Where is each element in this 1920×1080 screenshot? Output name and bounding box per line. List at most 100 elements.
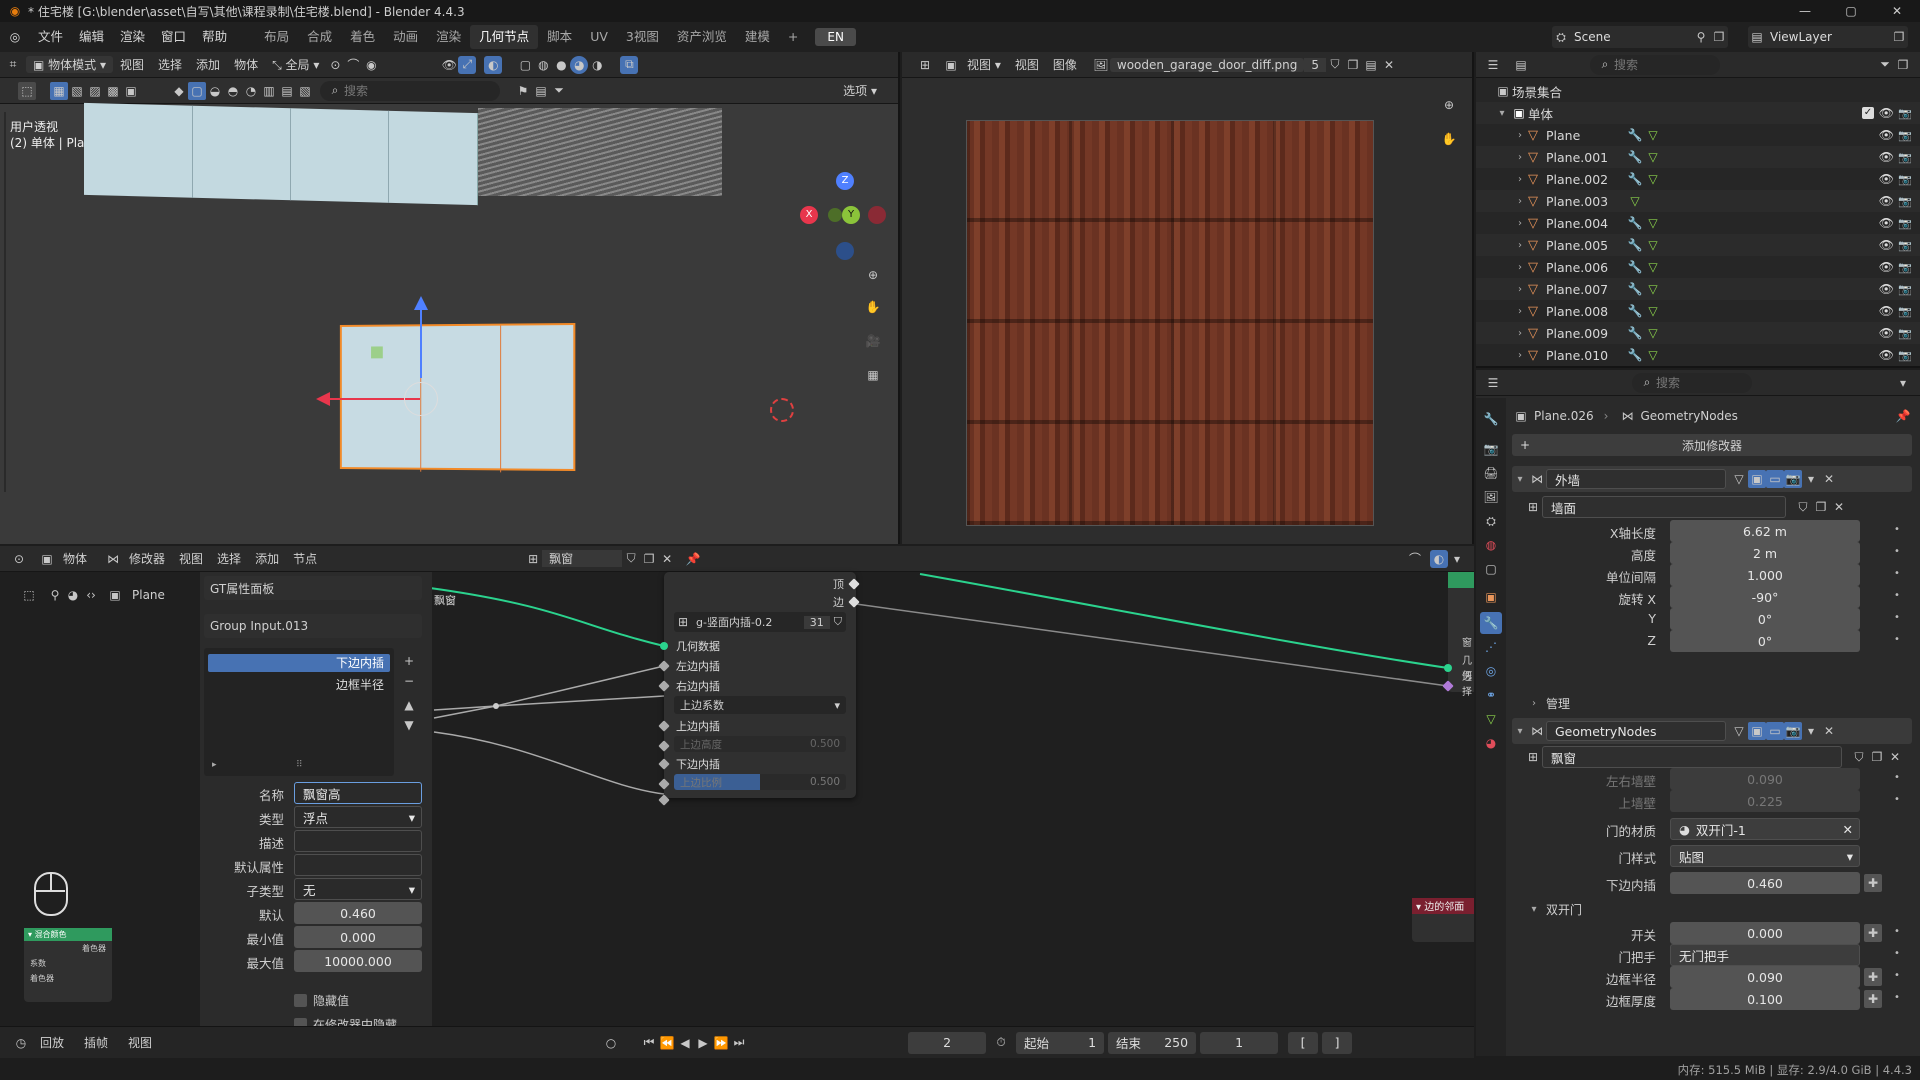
nav-x-axis[interactable]: X	[800, 206, 818, 224]
attribute-toggle-icon[interactable]: ✚	[1864, 924, 1882, 942]
record-icon[interactable]: ○	[602, 1034, 620, 1052]
remove-modifier-icon[interactable]: ✕	[1820, 722, 1838, 740]
eye-icon[interactable]: 👁	[1879, 348, 1894, 362]
modifier-icon[interactable]: 🔧	[1626, 238, 1644, 252]
xray-icon[interactable]: ▢	[516, 56, 534, 74]
world-tab-icon[interactable]: ◍	[1482, 536, 1500, 554]
bookmark-icon[interactable]: ⚑	[514, 82, 532, 100]
modifier-icon[interactable]: 🔧	[1626, 172, 1644, 186]
outliner-row-object[interactable]: › ▽ Plane.007 🔧 ▽ 👁 📷	[1476, 278, 1920, 300]
keyframe-dot-icon[interactable]: •	[1894, 634, 1900, 645]
outliner-row-object[interactable]: › ▽ Plane.001 🔧 ▽ 👁 📷	[1476, 146, 1920, 168]
eye-icon[interactable]: 👁	[1879, 326, 1894, 340]
modifier-name-field[interactable]: GeometryNodes	[1546, 721, 1726, 741]
filter-funnel-icon[interactable]: ⏷	[550, 82, 568, 100]
nav-neg-x[interactable]	[868, 206, 886, 224]
mesh-data-icon[interactable]: ▽	[1644, 238, 1662, 252]
wireframe-shading-icon[interactable]: ◍	[534, 56, 552, 74]
select-extend-icon[interactable]: ▧	[68, 82, 86, 100]
camera-icon[interactable]: 📷	[1898, 305, 1912, 318]
keyframe-dot-icon[interactable]: •	[1894, 992, 1900, 1003]
eye-icon[interactable]: 👁	[1879, 106, 1894, 120]
gt-field-input[interactable]	[294, 854, 422, 876]
eye-icon[interactable]: 👁	[1879, 216, 1894, 230]
gt-checkbox-row[interactable]: 隐藏值	[294, 990, 349, 1010]
image-editor[interactable]: ⊞ ▣ 视图 ▾ 视图 图像 🖼 wooden_garage_door_diff…	[902, 52, 1474, 544]
editor-type-icon[interactable]: ◷	[12, 1034, 30, 1052]
camera-icon[interactable]: 📷	[1898, 107, 1912, 120]
fake-user-icon[interactable]: ⛉	[1794, 498, 1812, 516]
properties-search[interactable]: ⌕ 搜索	[1632, 372, 1752, 393]
maximize-button[interactable]: ▢	[1828, 0, 1874, 22]
clock-icon[interactable]: ⏱	[992, 1034, 1010, 1052]
eye-icon[interactable]: 👁	[1879, 128, 1894, 142]
duplicate-image-icon[interactable]: ❐	[1344, 56, 1362, 74]
render-toggle-icon[interactable]: 📷	[1784, 470, 1802, 488]
property-value-field[interactable]: 0.090	[1670, 966, 1860, 988]
fake-user-icon[interactable]: ⛉	[834, 615, 842, 629]
resize-handle-icon[interactable]: ⠿	[296, 760, 303, 770]
material-field[interactable]: ◕ 双开门-1 ✕	[1670, 818, 1860, 840]
view-mode-icon[interactable]: ▣	[942, 56, 960, 74]
editor-type-icon[interactable]: ⊞	[916, 56, 934, 74]
view-transform-icon[interactable]: ⧉	[620, 55, 639, 74]
camera-filter-icon[interactable]: ▧	[296, 82, 314, 100]
outliner-row-object[interactable]: › ▽ Plane.010 🔧 ▽ 👁 📷	[1476, 344, 1920, 366]
proportional-edit-icon[interactable]: ◉	[362, 56, 380, 74]
play-reverse-icon[interactable]: ◀	[676, 1034, 694, 1052]
expand-icon[interactable]: ›	[1512, 240, 1528, 251]
outliner-row-object[interactable]: › ▽ Plane.009 🔧 ▽ 👁 📷	[1476, 322, 1920, 344]
eye-icon[interactable]: 👁	[1879, 150, 1894, 164]
expand-icon[interactable]: ▸	[212, 760, 217, 770]
expand-icon[interactable]: ›	[1512, 284, 1528, 295]
remove-item-icon[interactable]: −	[400, 672, 418, 690]
expand-icon[interactable]: ›	[1512, 328, 1528, 339]
editor-type-icon[interactable]: ☰	[1484, 56, 1502, 74]
outliner-row-object[interactable]: › ▽ Plane.002 🔧 ▽ 👁 📷	[1476, 168, 1920, 190]
image-name-field[interactable]: wooden_garage_door_diff.png	[1109, 57, 1305, 72]
overlay-toggle-icon[interactable]: ◐	[484, 55, 503, 74]
menu-view[interactable]: 视图	[118, 1034, 162, 1051]
camera-icon[interactable]: 📷	[1898, 327, 1912, 340]
empty-filter-icon[interactable]: ▤	[278, 82, 296, 100]
exclude-checkbox[interactable]: ✓	[1862, 107, 1874, 119]
edit-mode-icon[interactable]: ▽	[1730, 722, 1748, 740]
tab-animation[interactable]: 动画	[384, 22, 427, 52]
mesh-data-icon[interactable]: ▽	[1644, 260, 1662, 274]
tab-geometry-nodes[interactable]: 几何节点	[470, 25, 539, 49]
expand-icon[interactable]: ›	[1512, 196, 1528, 207]
minimize-button[interactable]: —	[1782, 0, 1828, 22]
gt-field-dropdown[interactable]: 浮点 ▾	[294, 806, 422, 828]
open-image-icon[interactable]: ▤	[1362, 56, 1380, 74]
keyframe-dot-icon[interactable]: •	[1894, 772, 1900, 783]
gt-field-input[interactable]: 0.000	[294, 926, 422, 948]
mini-node[interactable]: ▾ 混合颜色 着色器 系数 着色器	[24, 928, 112, 1002]
eye-icon[interactable]: 👁	[1879, 238, 1894, 252]
keyframe-dot-icon[interactable]: •	[1894, 970, 1900, 981]
image-browse-icon[interactable]: 🖼	[1092, 56, 1110, 74]
eye-icon[interactable]: 👁	[1879, 304, 1894, 318]
selected-window-object[interactable]	[339, 322, 576, 473]
property-value-field[interactable]: -90°	[1670, 586, 1860, 608]
pan-hand-icon[interactable]: ✋	[1440, 130, 1458, 148]
property-value-field[interactable]: 1.000	[1670, 564, 1860, 586]
property-value-field[interactable]: 0.225	[1670, 790, 1860, 812]
expand-icon[interactable]: ›	[1512, 350, 1528, 361]
add-modifier-button[interactable]: + 添加修改器	[1512, 434, 1912, 456]
unlink-image-icon[interactable]: ✕	[1380, 56, 1398, 74]
jump-start-icon[interactable]: ⏮	[640, 1034, 658, 1052]
mesh-data-icon[interactable]: ▽	[1644, 282, 1662, 296]
tab-rendering[interactable]: 渲染	[427, 22, 470, 52]
nodegroup-name[interactable]: 墙面	[1542, 496, 1786, 518]
camera-icon[interactable]: 📷	[1898, 217, 1912, 230]
select-tool-icon[interactable]: ⬚	[18, 81, 36, 100]
play-icon[interactable]: ▶	[694, 1034, 712, 1052]
modifier-icon[interactable]: 🔧	[1626, 304, 1644, 318]
name-input[interactable]: 飘窗高	[294, 782, 422, 804]
camera-icon[interactable]: 📷	[1898, 129, 1912, 142]
menu-add[interactable]: 添加	[189, 56, 227, 73]
nav-neg-y[interactable]	[828, 208, 842, 222]
menu-view[interactable]: 视图	[1008, 56, 1046, 73]
duplicate-icon[interactable]: ❐	[1868, 748, 1886, 766]
camera-icon[interactable]: 📷	[1898, 261, 1912, 274]
